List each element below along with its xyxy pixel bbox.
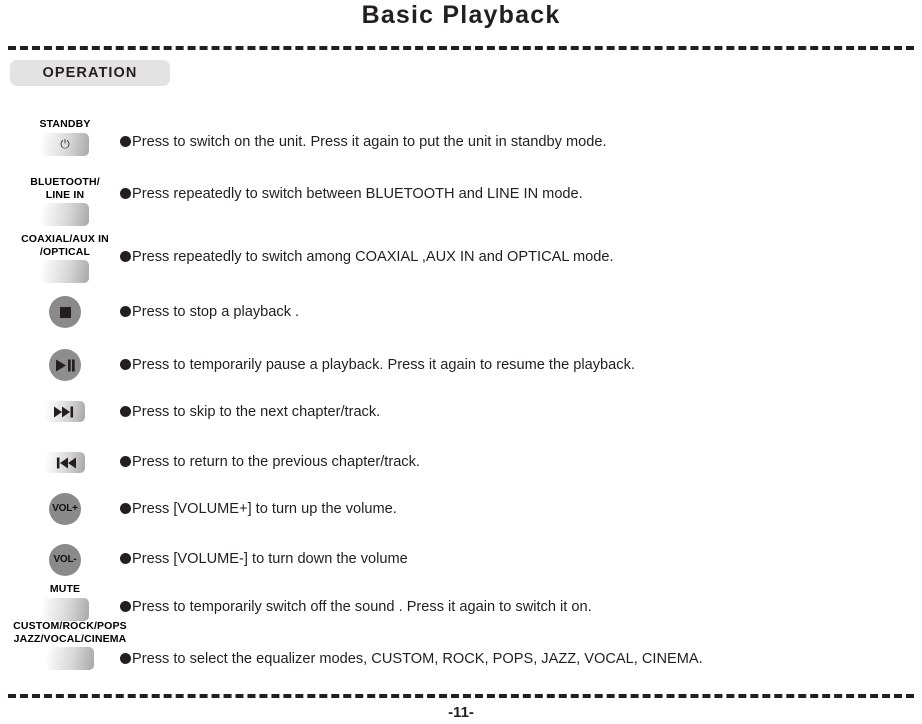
mute-icon[interactable]: [41, 597, 89, 621]
skip-previous-icon-glyph: [45, 452, 85, 473]
bullet-icon: [120, 188, 131, 199]
power-icon[interactable]: ⏻: [41, 132, 89, 156]
bullet-icon: [120, 601, 131, 612]
control-label-bluetooth-linein: BLUETOOTH/ LINE IN: [30, 176, 100, 201]
description-text: Press to stop a playback .: [132, 304, 300, 320]
bullet-icon: [120, 653, 131, 664]
description-text: Press to temporarily pause a playback. P…: [132, 357, 635, 373]
skip-next-icon-glyph: [45, 401, 85, 422]
control-label-mute: MUTE: [49, 583, 81, 595]
control-play-pause[interactable]: [0, 349, 130, 381]
description-row: Press to temporarily switch off the soun…: [120, 598, 592, 616]
control-mute[interactable]: MUTE: [0, 583, 130, 621]
description-row: Press to switch on the unit. Press it ag…: [120, 133, 607, 151]
description-text: Press [VOLUME-] to turn down the volume: [132, 551, 408, 567]
bullet-icon: [120, 251, 131, 262]
control-skip-next[interactable]: [0, 401, 130, 422]
control-equalizer[interactable]: CUSTOM/ROCK/POPS JAZZ/VOCAL/CINEMA: [0, 620, 140, 670]
play-pause-icon-glyph: [49, 349, 81, 381]
blank-key-icon[interactable]: [41, 260, 89, 283]
description-row: Press [VOLUME+] to turn up the volume.: [120, 500, 397, 518]
divider-top: [8, 46, 914, 50]
volume-up-icon[interactable]: VOL+: [49, 493, 81, 525]
control-stop[interactable]: [0, 296, 130, 328]
control-volume-down[interactable]: VOL-: [0, 544, 130, 576]
description-text: Press to skip to the next chapter/track.: [132, 404, 381, 420]
play-pause-svg: [56, 359, 75, 371]
bullet-icon: [120, 359, 131, 370]
divider-bottom: [8, 694, 914, 698]
stop-icon[interactable]: [49, 296, 81, 328]
description-row: Press to select the equalizer modes, CUS…: [120, 650, 703, 668]
description-row: Press to return to the previous chapter/…: [120, 453, 420, 471]
stop-icon-glyph: [49, 296, 81, 328]
page-number: -11-: [448, 704, 474, 721]
power-icon-glyph: ⏻: [60, 137, 70, 151]
description-text: Press to temporarily switch off the soun…: [132, 599, 592, 615]
equalizer-icon[interactable]: [46, 647, 94, 670]
bullet-icon: [120, 456, 131, 467]
skip-next-icon[interactable]: [45, 401, 85, 422]
control-skip-previous[interactable]: [0, 452, 130, 473]
description-row: Press [VOLUME-] to turn down the volume: [120, 550, 408, 568]
description-text: Press to switch on the unit. Press it ag…: [132, 134, 607, 150]
description-text: Press to return to the previous chapter/…: [132, 454, 420, 470]
skip-previous-svg: [56, 457, 76, 468]
description-row: Press repeatedly to switch between BLUET…: [120, 185, 583, 203]
control-label-coaxial-auxin-optical: COAXIAL/AUX IN /OPTICAL: [21, 233, 109, 258]
description-row: Press repeatedly to switch among COAXIAL…: [120, 248, 614, 266]
description-row: Press to stop a playback .: [120, 303, 299, 321]
blank-key-icon[interactable]: [41, 203, 89, 226]
description-text: Press repeatedly to switch between BLUET…: [132, 186, 583, 202]
bullet-icon: [120, 553, 131, 564]
description-text: Press to select the equalizer modes, CUS…: [132, 651, 703, 667]
control-bluetooth-linein[interactable]: BLUETOOTH/ LINE IN: [0, 176, 130, 226]
control-volume-up[interactable]: VOL+: [0, 493, 130, 525]
bullet-icon: [120, 306, 131, 317]
skip-previous-icon[interactable]: [45, 452, 85, 473]
volume-down-icon-label: VOL-: [53, 554, 77, 565]
bullet-icon: [120, 503, 131, 514]
control-coaxial-auxin-optical[interactable]: COAXIAL/AUX IN /OPTICAL: [0, 233, 130, 283]
description-text: Press repeatedly to switch among COAXIAL…: [132, 249, 614, 265]
skip-next-svg: [54, 406, 74, 417]
bullet-icon: [120, 406, 131, 417]
control-standby[interactable]: STANDBY ⏻: [0, 118, 130, 156]
control-label-equalizer: CUSTOM/ROCK/POPS JAZZ/VOCAL/CINEMA: [13, 620, 127, 645]
description-row: Press to skip to the next chapter/track.: [120, 403, 380, 421]
play-pause-icon[interactable]: [49, 349, 81, 381]
description-text: Press [VOLUME+] to turn up the volume.: [132, 501, 397, 517]
description-row: Press to temporarily pause a playback. P…: [120, 356, 635, 374]
control-label-standby: STANDBY: [39, 118, 91, 130]
volume-down-icon[interactable]: VOL-: [49, 544, 81, 576]
bullet-icon: [120, 136, 131, 147]
control-key-column: STANDBY ⏻ BLUETOOTH/ LINE IN COAXIAL/AUX…: [0, 0, 130, 724]
page-title: Basic Playback: [361, 1, 561, 29]
volume-up-icon-label: VOL+: [52, 503, 78, 514]
